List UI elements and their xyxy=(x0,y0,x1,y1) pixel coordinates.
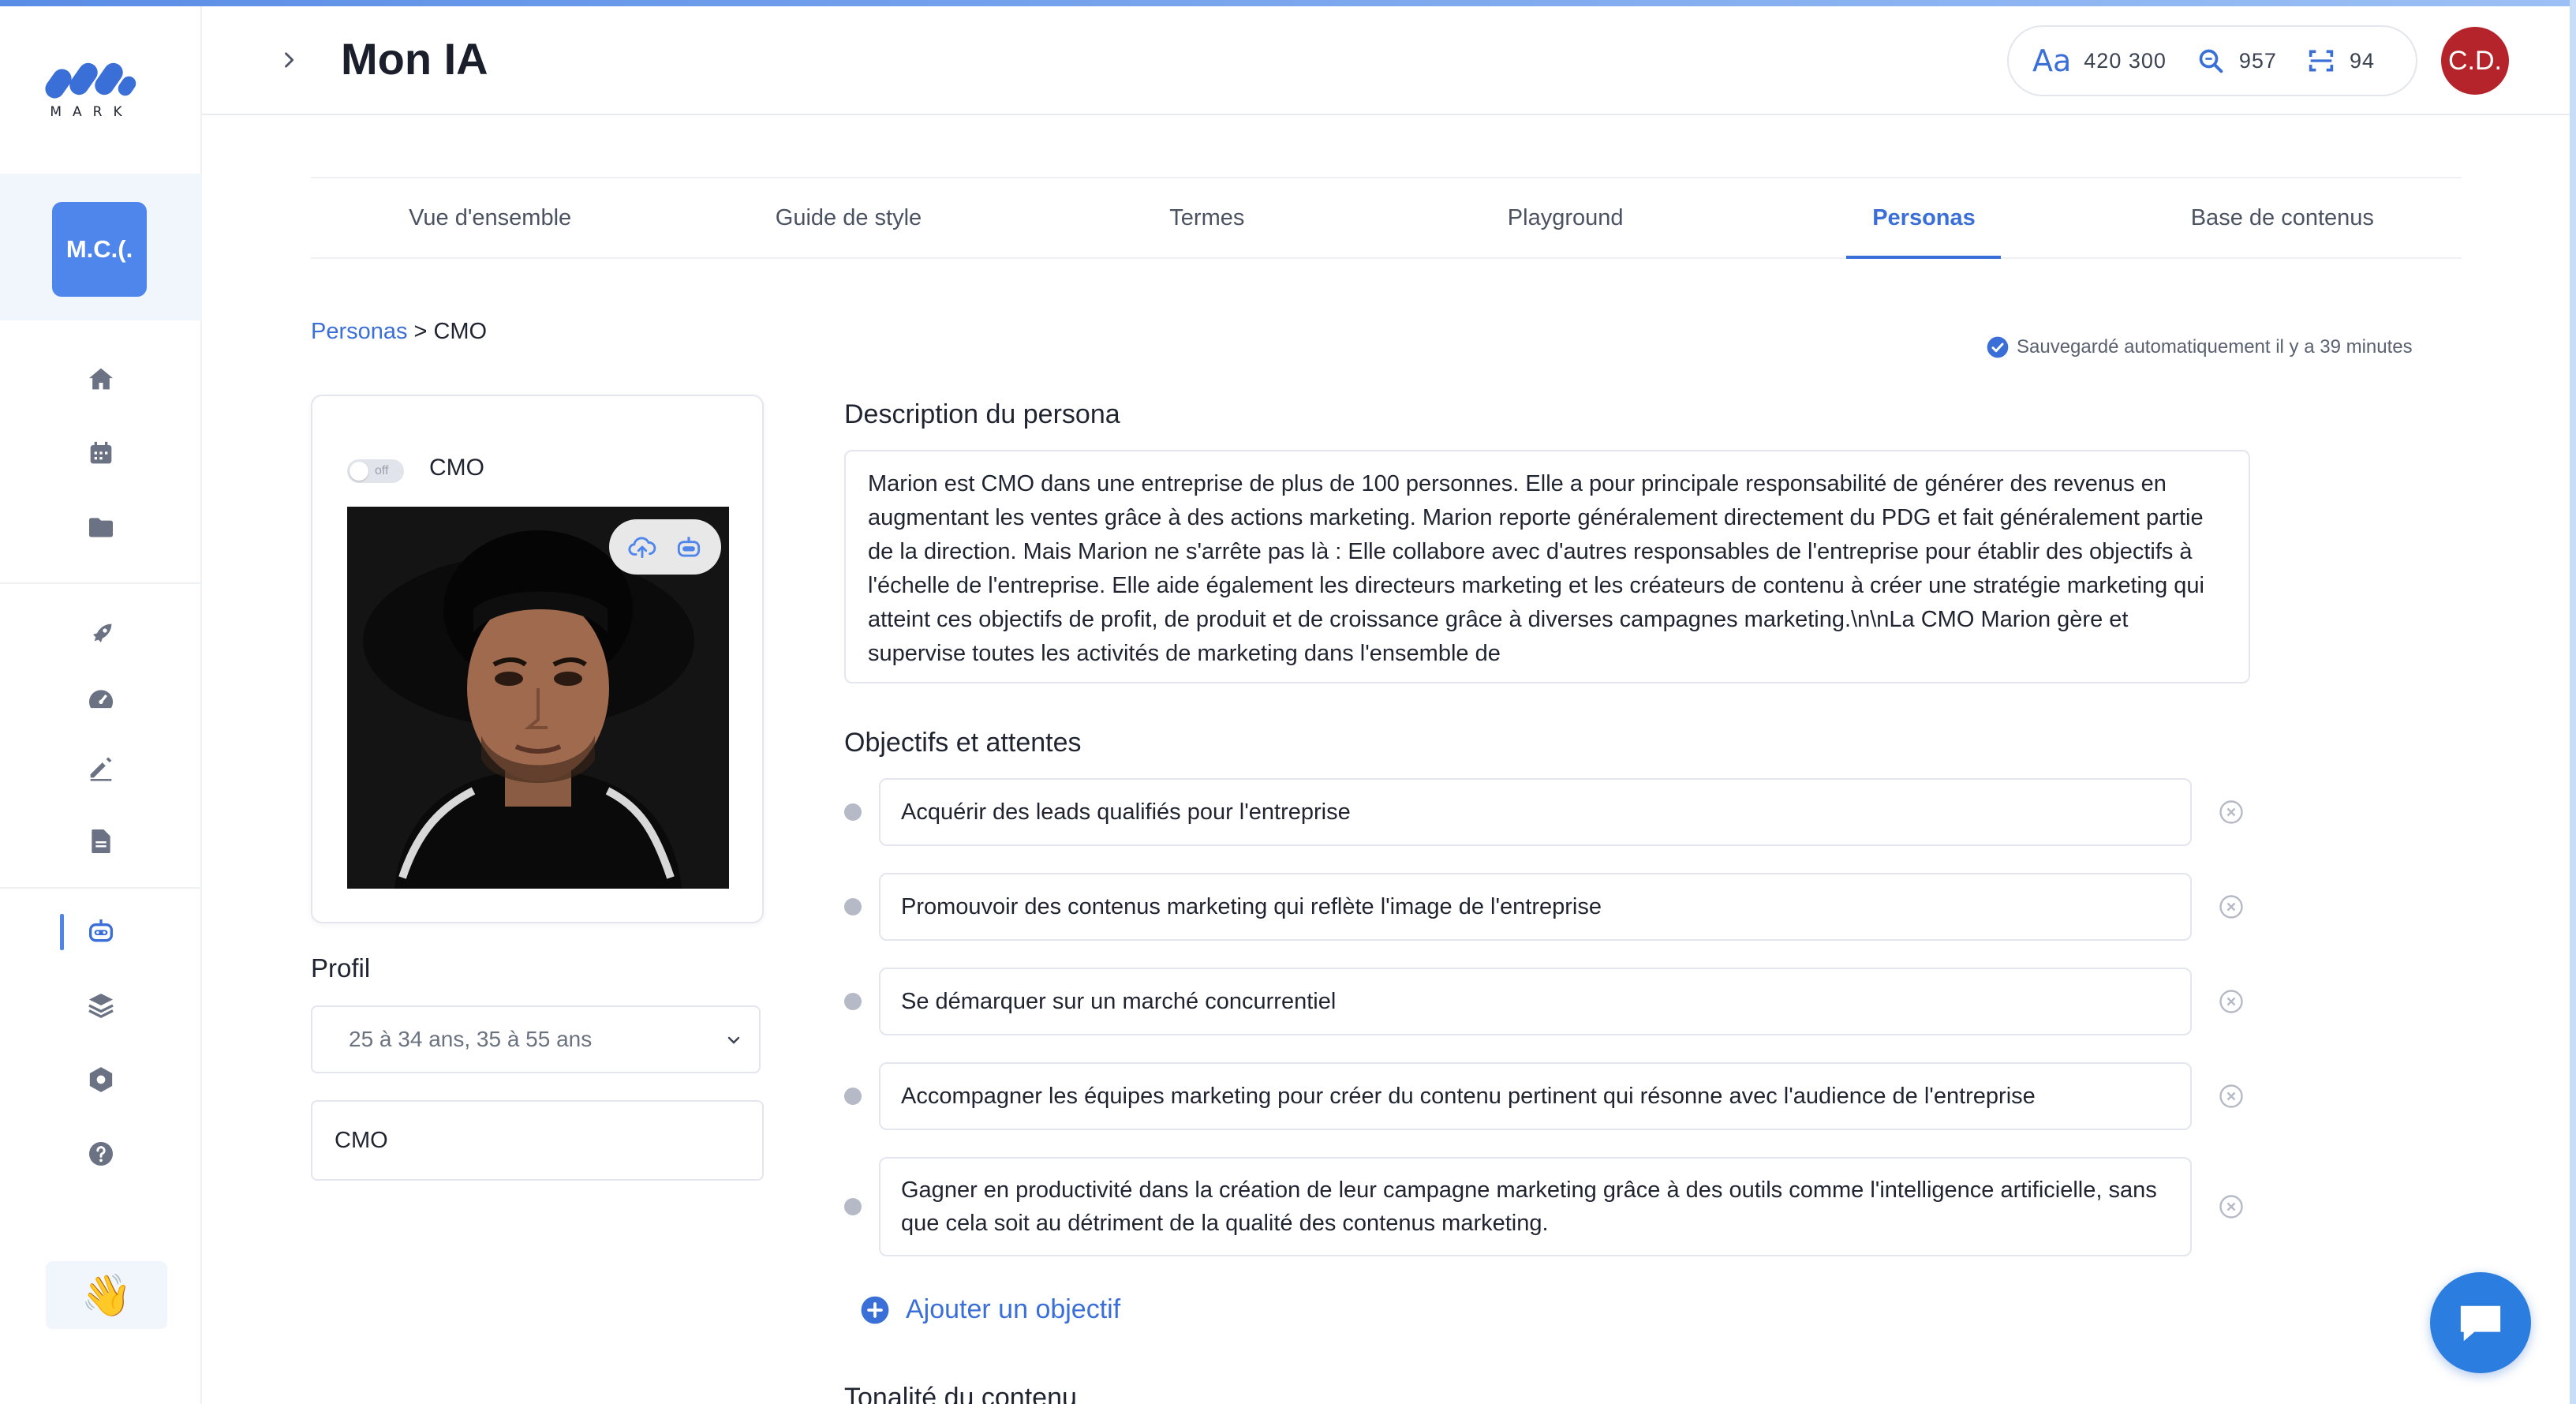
rocket-icon[interactable] xyxy=(85,619,117,650)
search-icon xyxy=(2199,49,2223,73)
breadcrumb: Personas > CMO xyxy=(311,319,487,345)
breadcrumb-separator: > xyxy=(413,319,428,344)
persona-toggle[interactable]: off xyxy=(347,459,404,483)
edit-icon[interactable] xyxy=(85,751,117,783)
page-title: Mon IA xyxy=(341,34,488,84)
scan-icon xyxy=(2309,50,2334,72)
workspace-button[interactable]: M.C.(. xyxy=(52,202,147,297)
robot-generate-icon[interactable] xyxy=(674,532,704,562)
stat-scans: 94 xyxy=(2305,45,2375,77)
tab-overview[interactable]: Vue d'ensemble xyxy=(311,178,669,257)
objective-row: Accompagner les équipes marketing pour c… xyxy=(844,1062,2249,1130)
tab-bar: Vue d'ensemble Guide de style Termes Pla… xyxy=(311,177,2462,259)
drag-handle-icon[interactable] xyxy=(844,993,862,1010)
tab-style-guide[interactable]: Guide de style xyxy=(669,178,1027,257)
stat-value: 94 xyxy=(2349,48,2375,73)
profile-label: Profil xyxy=(311,953,371,983)
toggle-knob xyxy=(350,462,368,481)
stat-searches: 957 xyxy=(2195,45,2277,77)
mark-logo[interactable]: MARK xyxy=(44,57,139,128)
objective-input[interactable]: Acquérir des leads qualifiés pour l'entr… xyxy=(879,778,2192,846)
remove-circle-icon[interactable] xyxy=(2217,1082,2245,1110)
gauge-icon[interactable] xyxy=(85,683,117,715)
sidebar: MARK M.C.(. 👋 xyxy=(0,6,202,1404)
tab-personas[interactable]: Personas xyxy=(1744,178,2103,257)
objective-input[interactable]: Promouvoir des contenus marketing qui re… xyxy=(879,873,2192,941)
header: Mon IA Aa 420 300 957 94 C.D. xyxy=(202,6,2570,115)
objective-row: Acquérir des leads qualifiés pour l'entr… xyxy=(844,778,2249,846)
help-icon[interactable] xyxy=(85,1138,117,1170)
objective-input[interactable]: Se démarquer sur un marché concurrentiel xyxy=(879,968,2192,1035)
drag-handle-icon[interactable] xyxy=(844,803,862,821)
breadcrumb-personas-link[interactable]: Personas xyxy=(311,319,408,344)
description-title: Description du persona xyxy=(844,399,1120,429)
drag-handle-icon[interactable] xyxy=(844,898,862,915)
objective-row: Promouvoir des contenus marketing qui re… xyxy=(844,873,2249,941)
persona-photo xyxy=(347,507,729,889)
objective-row: Gagner en productivité dans la création … xyxy=(844,1157,2249,1256)
stat-value: 957 xyxy=(2238,48,2277,73)
autosave-text: Sauvegardé automatiquement il y a 39 min… xyxy=(2017,336,2413,358)
usage-stats: Aa 420 300 957 94 xyxy=(2007,25,2417,96)
tab-terms[interactable]: Termes xyxy=(1028,178,1386,257)
sidebar-divider xyxy=(0,887,202,889)
plus-circle-icon xyxy=(861,1296,889,1324)
user-avatar[interactable]: C.D. xyxy=(2441,27,2509,95)
calendar-icon[interactable] xyxy=(85,437,117,469)
window-edge xyxy=(2570,0,2576,1404)
workspace-section: M.C.(. xyxy=(0,174,202,320)
remove-circle-icon[interactable] xyxy=(2217,1192,2245,1221)
folder-icon[interactable] xyxy=(85,511,117,543)
age-range-select[interactable]: 25 à 34 ans, 35 à 55 ans xyxy=(311,1005,761,1073)
description-textarea[interactable]: Marion est CMO dans une entreprise de pl… xyxy=(844,450,2250,683)
sidebar-divider xyxy=(0,582,202,584)
chevron-down-icon xyxy=(727,1036,740,1044)
check-circle-icon xyxy=(1987,336,2009,358)
objectives-title: Objectifs et attentes xyxy=(844,728,1082,758)
settings-hexagon-icon[interactable] xyxy=(85,1064,117,1095)
expand-sidebar-button[interactable] xyxy=(270,41,308,79)
drag-handle-icon[interactable] xyxy=(844,1088,862,1105)
active-nav-indicator xyxy=(60,914,64,950)
content-tone-title: Tonalité du contenu xyxy=(844,1383,1077,1404)
add-objective-label: Ajouter un objectif xyxy=(906,1294,1121,1324)
photo-actions xyxy=(609,519,721,575)
stat-value: 420 300 xyxy=(2084,48,2167,73)
role-input[interactable]: CMO xyxy=(311,1100,764,1181)
objective-input[interactable]: Gagner en productivité dans la création … xyxy=(879,1157,2192,1256)
toggle-label: off xyxy=(375,464,389,477)
objective-row: Se démarquer sur un marché concurrentiel xyxy=(844,968,2249,1035)
font-size-icon: Aa xyxy=(2032,43,2072,78)
upload-cloud-icon[interactable] xyxy=(627,532,657,562)
remove-circle-icon[interactable] xyxy=(2217,987,2245,1016)
top-accent-bar xyxy=(0,0,2576,6)
breadcrumb-current: CMO xyxy=(433,319,488,344)
remove-circle-icon[interactable] xyxy=(2217,893,2245,921)
stat-characters: Aa 420 300 xyxy=(2032,43,2167,78)
document-icon[interactable] xyxy=(85,826,117,857)
chevron-right-icon xyxy=(285,52,294,68)
tab-playground[interactable]: Playground xyxy=(1386,178,1744,257)
remove-circle-icon[interactable] xyxy=(2217,798,2245,826)
wave-button[interactable]: 👋 xyxy=(46,1261,167,1329)
persona-name: CMO xyxy=(429,455,484,481)
chat-button[interactable] xyxy=(2430,1272,2531,1373)
persona-card: off CMO xyxy=(311,395,764,923)
objective-input[interactable]: Accompagner les équipes marketing pour c… xyxy=(879,1062,2192,1130)
chat-bubble-icon xyxy=(2460,1305,2501,1342)
add-objective-button[interactable]: Ajouter un objectif xyxy=(860,1294,1120,1325)
robot-icon[interactable] xyxy=(85,915,117,947)
mark-logo-icon xyxy=(45,62,136,99)
layers-icon[interactable] xyxy=(85,990,117,1021)
logo-text: MARK xyxy=(50,104,133,120)
home-icon[interactable] xyxy=(85,363,117,395)
age-range-value: 25 à 34 ans, 35 à 55 ans xyxy=(349,1027,593,1051)
tab-content-base[interactable]: Base de contenus xyxy=(2103,178,2462,257)
drag-handle-icon[interactable] xyxy=(844,1198,862,1215)
autosave-status: Sauvegardé automatiquement il y a 39 min… xyxy=(1985,335,2413,360)
